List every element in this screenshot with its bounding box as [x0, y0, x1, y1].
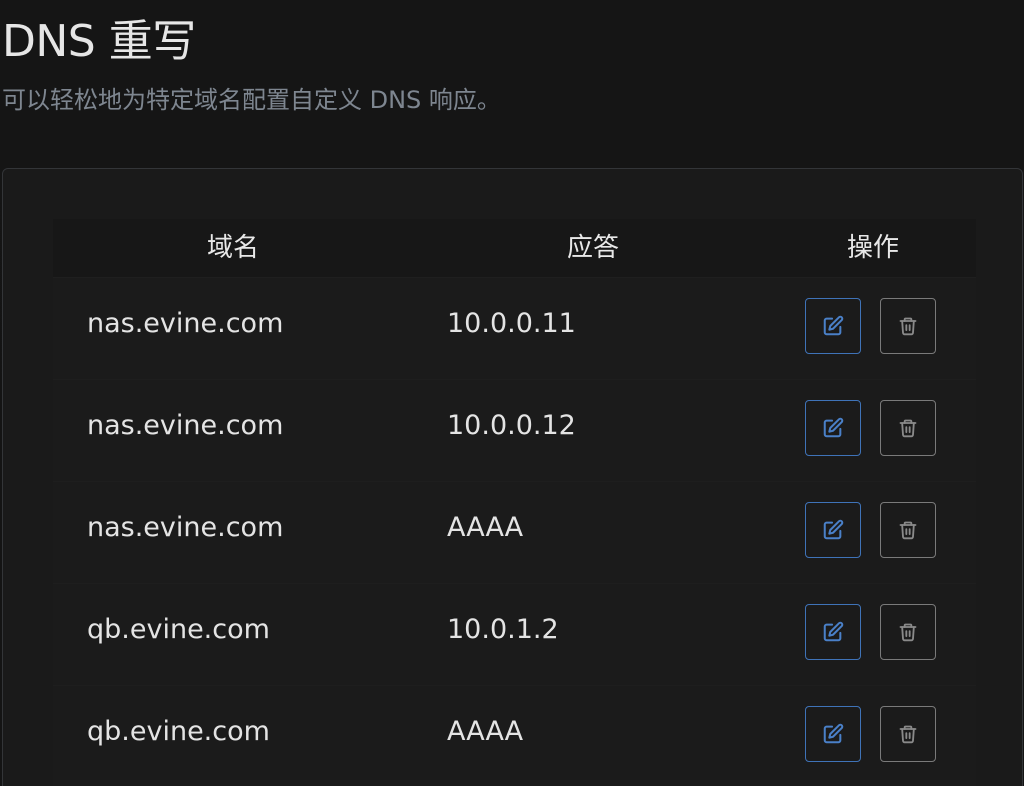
edit-button[interactable]: [805, 706, 861, 762]
trash-icon: [898, 621, 918, 643]
table-row: nas.evine.com 10.0.0.12: [53, 380, 976, 482]
delete-button[interactable]: [880, 604, 936, 660]
edit-button[interactable]: [805, 400, 861, 456]
table-row: qb.evine.com AAAA: [53, 686, 976, 786]
column-header-answer: 应答: [566, 233, 619, 263]
row-domain: qb.evine.com: [87, 614, 270, 645]
row-domain: nas.evine.com: [87, 512, 284, 543]
table-row: nas.evine.com 10.0.0.11: [53, 278, 976, 380]
trash-icon: [898, 723, 918, 745]
row-answer: 10.0.0.11: [447, 308, 576, 339]
table-body: nas.evine.com 10.0.0.11 nas.evine.com 10…: [53, 278, 976, 786]
edit-button[interactable]: [805, 298, 861, 354]
row-answer: AAAA: [447, 512, 524, 543]
trash-icon: [898, 417, 918, 439]
row-answer: 10.0.0.12: [447, 410, 576, 441]
delete-button[interactable]: [880, 298, 936, 354]
row-domain: nas.evine.com: [87, 410, 284, 441]
trash-icon: [898, 519, 918, 541]
column-header-actions: 操作: [846, 233, 899, 263]
edit-button[interactable]: [805, 604, 861, 660]
edit-icon: [822, 315, 844, 337]
dns-rewrite-page: DNS 重写 可以轻松地为特定域名配置自定义 DNS 响应。 域名 应答 操作 …: [0, 0, 1024, 786]
page-subtitle: 可以轻松地为特定域名配置自定义 DNS 响应。: [2, 86, 501, 114]
delete-button[interactable]: [880, 400, 936, 456]
trash-icon: [898, 315, 918, 337]
delete-button[interactable]: [880, 502, 936, 558]
rewrite-table: 域名 应答 操作 nas.evine.com 10.0.0.11 nas.evi…: [53, 219, 976, 786]
delete-button[interactable]: [880, 706, 936, 762]
edit-button[interactable]: [805, 502, 861, 558]
edit-icon: [822, 417, 844, 439]
edit-icon: [822, 723, 844, 745]
edit-icon: [822, 519, 844, 541]
column-header-domain: 域名: [206, 233, 259, 263]
row-domain: nas.evine.com: [87, 308, 284, 339]
edit-icon: [822, 621, 844, 643]
page-title: DNS 重写: [2, 16, 196, 67]
row-answer: AAAA: [447, 716, 524, 747]
rewrite-card: 域名 应答 操作 nas.evine.com 10.0.0.11 nas.evi…: [2, 168, 1023, 786]
row-answer: 10.0.1.2: [447, 614, 559, 645]
table-header: 域名 应答 操作: [53, 219, 976, 278]
row-domain: qb.evine.com: [87, 716, 270, 747]
table-row: qb.evine.com 10.0.1.2: [53, 584, 976, 686]
table-row: nas.evine.com AAAA: [53, 482, 976, 584]
